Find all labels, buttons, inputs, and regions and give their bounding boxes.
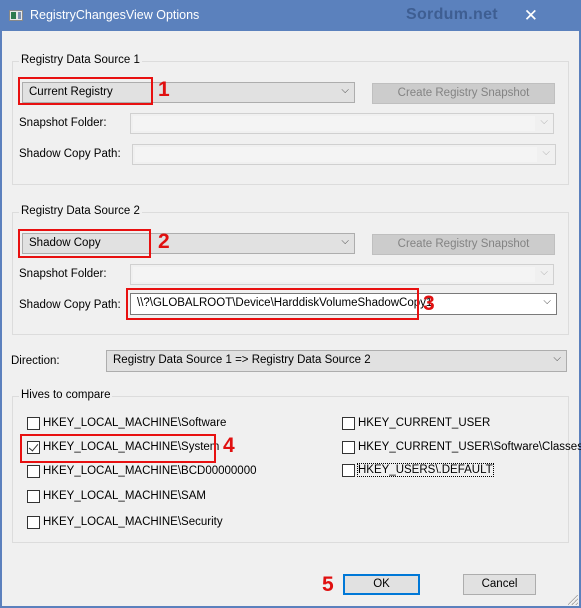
group-label: Hives to compare [19, 389, 113, 401]
window-title: RegistryChangesView Options [30, 8, 200, 22]
title-bar: RegistryChangesView Options Sordum.net ✕ [0, 0, 581, 31]
group-label: Registry Data Source 1 [19, 54, 142, 66]
source2-snapshot-folder-label: Snapshot Folder: [19, 268, 107, 280]
app-icon [9, 10, 23, 21]
close-button[interactable]: ✕ [498, 0, 544, 31]
checkbox[interactable] [342, 417, 355, 430]
chevron-down-icon: ⌵ [543, 296, 551, 307]
annotation-box-2 [18, 229, 151, 258]
source2-create-snapshot-button[interactable]: Create Registry Snapshot [372, 234, 555, 255]
checkbox[interactable] [27, 490, 40, 503]
annotation-box-1 [18, 77, 153, 105]
chevron-down-icon: ⌵ [341, 85, 349, 96]
annotation-number-3: 3 [423, 292, 435, 315]
annotation-number-1: 1 [158, 78, 170, 101]
checkbox[interactable] [342, 464, 355, 477]
source2-snapshot-folder-input[interactable]: ⌵ [130, 264, 554, 285]
chevron-down-icon: ⌵ [540, 267, 548, 278]
source1-snapshot-folder-input[interactable]: ⌵ [130, 113, 554, 134]
source2-shadow-copy-label: Shadow Copy Path: [19, 299, 121, 311]
checkbox[interactable] [27, 417, 40, 430]
dialog-body: Registry Data Source 1 Current Registry … [2, 31, 581, 606]
chevron-down-icon: ⌵ [540, 116, 548, 127]
checkbox[interactable] [27, 516, 40, 529]
source1-shadow-copy-input[interactable]: ⌵ [132, 144, 556, 165]
direction-value: Registry Data Source 1 => Registry Data … [113, 354, 371, 366]
annotation-box-3 [126, 288, 419, 320]
resize-grip[interactable] [568, 595, 578, 605]
annotation-number-5: 5 [322, 573, 334, 596]
direction-label: Direction: [11, 355, 60, 367]
source1-create-snapshot-button[interactable]: Create Registry Snapshot [372, 83, 555, 104]
annotation-box-4 [20, 434, 216, 463]
chevron-down-icon: ⌵ [553, 353, 561, 364]
cancel-button[interactable]: Cancel [463, 574, 536, 595]
group-label: Registry Data Source 2 [19, 205, 142, 217]
direction-select[interactable]: Registry Data Source 1 => Registry Data … [106, 350, 567, 372]
annotation-number-4: 4 [223, 434, 235, 457]
chevron-down-icon: ⌵ [542, 147, 550, 158]
annotation-number-2: 2 [158, 230, 170, 253]
checkbox[interactable] [342, 441, 355, 454]
ok-button[interactable]: OK [343, 574, 420, 595]
source1-shadow-copy-label: Shadow Copy Path: [19, 148, 121, 160]
checkbox[interactable] [27, 465, 40, 478]
watermark: Sordum.net [406, 6, 498, 23]
source1-snapshot-folder-label: Snapshot Folder: [19, 117, 107, 129]
chevron-down-icon: ⌵ [341, 236, 349, 247]
